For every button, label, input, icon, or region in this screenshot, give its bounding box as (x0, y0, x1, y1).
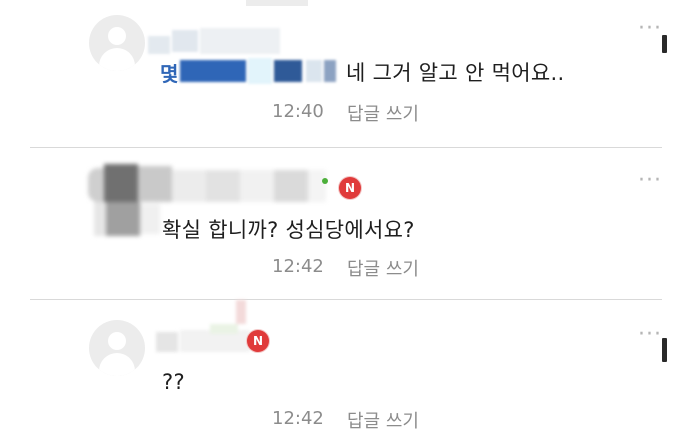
comment-text: 확실 합니까? 성심당에서요? (162, 218, 415, 242)
avatar[interactable] (89, 320, 145, 376)
comment-item: N ?? 12:42 답글 쓰기 ··· (0, 300, 692, 446)
redacted-username (150, 300, 260, 356)
more-options-icon[interactable]: ··· (638, 324, 662, 346)
comment-text: 네 그거 알고 안 먹어요.. (346, 61, 565, 85)
comment-text: ?? (162, 370, 185, 394)
comment-timestamp: 12:40 (272, 101, 324, 122)
comment-timestamp: 12:42 (272, 256, 324, 277)
avatar[interactable] (89, 15, 145, 71)
more-options-icon[interactable]: ··· (638, 18, 662, 40)
scroll-edge-marker (662, 338, 667, 362)
reply-button[interactable]: 답글 쓰기 (347, 100, 419, 126)
more-options-icon[interactable]: ··· (638, 170, 662, 192)
comment-timestamp: 12:42 (272, 408, 324, 429)
green-dot (322, 178, 328, 184)
new-badge: N (339, 177, 361, 199)
reply-button[interactable]: 답글 쓰기 (347, 407, 419, 433)
reply-button[interactable]: 답글 쓰기 (347, 255, 419, 281)
comment-item: N 확실 합니까? 성심당에서요? 12:42 답글 쓰기 ··· (0, 148, 692, 300)
new-badge: N (247, 330, 269, 352)
comment-item: 몇 네 그거 알고 안 먹어요.. 12:40 답글 쓰기 ··· (0, 0, 692, 150)
username-visible-char: 몇 (160, 62, 179, 86)
scroll-edge-marker (662, 35, 667, 53)
